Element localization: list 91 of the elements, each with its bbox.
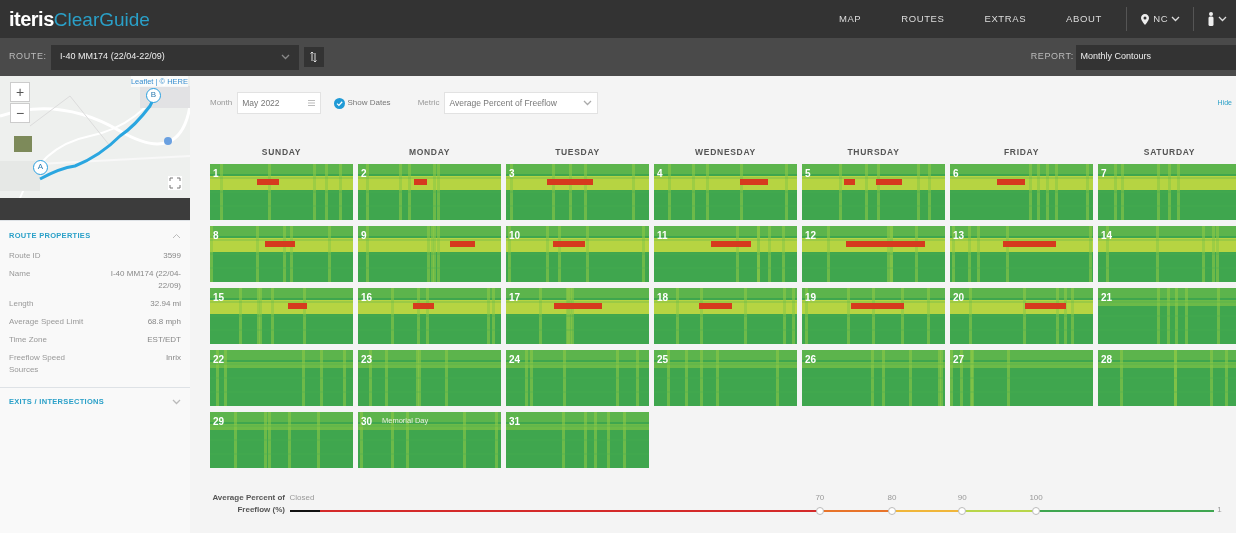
tick-label: Closed [289,492,315,504]
day-number: 16 [361,291,373,305]
property-label: Freeflow Speed Sources [9,352,67,376]
property-label: Average Speed Limit [9,316,85,328]
chevron-down-icon [583,100,593,106]
month-label: Month [210,97,233,109]
weekday-header: SATURDAY [1142,146,1197,158]
route-label: ROUTE: [9,50,47,64]
report-label: REPORT: [1030,50,1074,64]
logo-text: iteris [9,6,54,32]
zoom-in-button[interactable]: + [10,82,30,102]
zoom-out-button[interactable]: − [10,103,30,123]
day-number: 2 [361,167,367,181]
tick-label: 90 [957,492,967,504]
property-value: Inrix [164,352,181,364]
chevron-down-icon [1170,16,1180,22]
sort-button[interactable] [303,47,324,67]
day-number: 27 [953,353,965,367]
sort-arrows-icon [310,52,318,62]
property-value: EST/EDT [146,334,181,346]
nav-link[interactable]: EXTRAS [964,11,1047,27]
day-number: 31 [509,415,521,429]
property-label: Time Zone [9,334,48,346]
day-number: 5 [805,167,811,181]
day-number: 12 [805,229,817,243]
metric-label: Metric [417,97,440,109]
month-field[interactable]: May 2022 [236,92,321,114]
weekday-header: THURSDAY [846,146,901,158]
chevron-up-icon[interactable] [172,232,181,239]
day-number: 30 [361,415,373,429]
nav-link[interactable]: MAP [818,11,882,27]
day-number: 25 [657,353,669,367]
weekday-header: MONDAY [407,146,452,158]
weekday-header: SUNDAY [260,146,303,158]
logo-text: ClearGuide [53,7,150,32]
property-value: 3599 [162,250,181,262]
day-number: 18 [657,291,669,305]
property-label: Length [9,298,35,310]
pin-icon [1140,13,1149,25]
weekday-header: WEDNESDAY [694,146,757,158]
property-label: Route ID [9,250,42,262]
legend-title: Average Percent of Freeflow (%) [211,492,285,516]
day-number: 3 [509,167,515,181]
property-value: 68.8 mph [146,316,181,328]
property-label: Name [9,268,32,280]
slider-handle[interactable] [958,507,967,515]
checkbox[interactable] [334,97,346,109]
day-number: 8 [213,229,219,243]
checkbox-label: Show Dates [347,97,391,109]
day-number: 11 [657,229,668,243]
weekday-header: TUESDAY [554,146,601,158]
day-number: 9 [361,229,367,243]
tick-label: 100 [1029,492,1043,504]
metric-select[interactable]: Average Percent of Freeflow [443,92,598,114]
day-number: 13 [953,229,965,243]
day-number: 23 [361,353,373,367]
tick-label: 70 [815,492,825,504]
slider-handle[interactable] [887,507,896,515]
day-number: 15 [213,291,225,305]
nav-link[interactable]: ABOUT [1046,11,1122,27]
weekday-header: FRIDAY [1002,146,1041,158]
tick-label: 1 [1217,504,1222,516]
day-number: 6 [953,167,959,181]
person-icon[interactable] [1207,12,1214,26]
route-select[interactable]: I-40 MM174 (22/04-22/09) [51,44,300,70]
day-number: 7 [1101,167,1107,181]
day-number: 17 [509,291,521,305]
fullscreen-icon[interactable] [168,176,182,190]
day-number: 4 [657,167,663,181]
report-select[interactable]: Monthly Contours [1076,44,1236,70]
day-number: 10 [509,229,521,243]
day-number: 28 [1101,353,1113,367]
day-number: 1 [213,167,219,181]
day-number: 24 [509,353,521,367]
day-number: 21 [1101,291,1113,305]
tick-label: 80 [887,492,897,504]
day-number: 14 [1101,229,1113,243]
day-number: 26 [805,353,817,367]
property-value: 32.94 mi [149,298,181,310]
chevron-down-icon[interactable] [1218,16,1227,22]
nav-link[interactable]: ROUTES [881,11,965,27]
day-number: 22 [213,353,225,367]
property-value: I-40 MM174 (22/04-22/09) [109,268,181,292]
day-number: 20 [953,291,965,305]
slider-handle[interactable] [815,507,824,515]
region-dropdown[interactable]: NC [1131,11,1189,27]
chevron-down-icon [281,54,291,60]
day-number: 19 [805,291,817,305]
slider-handle[interactable] [1032,507,1041,515]
menu-icon [308,100,316,106]
day-number: 29 [213,415,225,429]
